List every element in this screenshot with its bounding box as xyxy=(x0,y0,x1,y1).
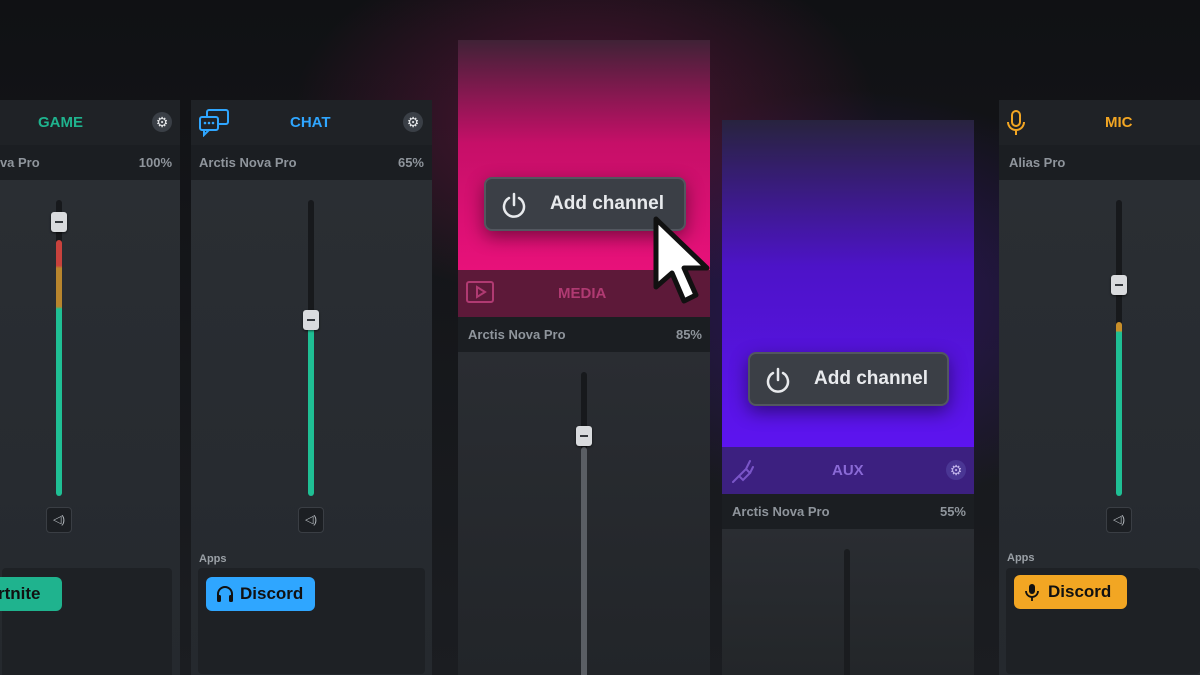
microphone-icon xyxy=(1025,584,1039,601)
game-body: ◁) rtnite xyxy=(0,180,180,675)
game-volume-track[interactable] xyxy=(56,200,62,496)
game-app-pill[interactable]: rtnite xyxy=(0,577,62,611)
aux-add-channel-label: Add channel xyxy=(814,368,929,389)
media-add-channel-label: Add channel xyxy=(550,193,665,214)
mic-app-pill[interactable]: Discord xyxy=(1014,575,1127,609)
media-volume-handle[interactable] xyxy=(576,426,592,446)
aux-volume-track[interactable] xyxy=(844,549,850,675)
game-volume-handle[interactable] xyxy=(51,212,67,232)
mic-volume-fill xyxy=(1116,322,1122,496)
game-settings-gear-icon[interactable]: ⚙ xyxy=(152,112,172,132)
mic-header: MIC xyxy=(999,100,1200,145)
aux-body xyxy=(722,529,974,675)
media-device-percent: 85% xyxy=(675,327,702,342)
chat-settings-gear-icon[interactable]: ⚙ xyxy=(403,112,423,132)
media-channel-panel: MEDIA Arctis Nova Pro 85% xyxy=(458,40,710,675)
play-box-icon xyxy=(466,281,494,303)
chat-speaker-icon[interactable]: ◁) xyxy=(298,507,324,533)
mic-app-label: Discord xyxy=(1048,582,1112,601)
microphone-icon xyxy=(1007,110,1025,135)
game-title: GAME xyxy=(38,114,83,131)
chat-title: CHAT xyxy=(290,114,331,131)
aux-title: AUX xyxy=(832,462,864,479)
chat-device-name: Arctis Nova Pro xyxy=(199,155,297,170)
chat-header: CHAT ⚙ xyxy=(191,100,432,145)
headphones-icon xyxy=(217,586,233,602)
mic-apps-label: Apps xyxy=(1007,552,1035,564)
media-device-name: Arctis Nova Pro xyxy=(468,327,566,342)
game-app-label: rtnite xyxy=(0,584,41,603)
game-volume-fill xyxy=(56,240,62,496)
game-header: GAME ⚙ xyxy=(0,100,180,145)
chat-channel-panel: CHAT ⚙ Arctis Nova Pro 65% ◁) Apps Disco… xyxy=(191,100,432,675)
game-speaker-icon[interactable]: ◁) xyxy=(46,507,72,533)
power-icon xyxy=(766,367,790,393)
game-device-percent: 100% xyxy=(138,155,172,170)
aux-header: AUX ⚙ xyxy=(722,447,974,494)
game-channel-panel: GAME ⚙ ova Pro 100% ◁) rtnite xyxy=(0,100,180,675)
mic-body: ◁) Apps Discord xyxy=(999,180,1200,675)
aux-device-name: Arctis Nova Pro xyxy=(732,504,830,519)
aux-device-percent: 55% xyxy=(939,504,966,519)
chat-bubbles-icon xyxy=(199,109,229,137)
mic-volume-track[interactable] xyxy=(1116,200,1122,496)
chat-app-label: Discord xyxy=(240,584,304,603)
mic-speaker-icon[interactable]: ◁) xyxy=(1106,507,1132,533)
aux-add-channel-button[interactable]: Add channel xyxy=(748,352,949,406)
game-device-name: ova Pro xyxy=(0,155,40,170)
chat-device-row: Arctis Nova Pro 65% xyxy=(191,145,432,180)
mic-title: MIC xyxy=(1105,114,1133,131)
mic-volume-handle[interactable] xyxy=(1111,275,1127,295)
power-icon xyxy=(502,192,526,218)
chat-volume-handle[interactable] xyxy=(303,310,319,330)
chat-body: ◁) Apps Discord xyxy=(191,180,432,675)
aux-settings-gear-icon[interactable]: ⚙ xyxy=(946,460,966,480)
chat-device-percent: 65% xyxy=(397,155,424,170)
mic-channel-panel: MIC Alias Pro ◁) Apps Discord xyxy=(999,100,1200,675)
media-title: MEDIA xyxy=(558,285,607,302)
chat-app-pill[interactable]: Discord xyxy=(206,577,315,611)
cable-icon xyxy=(732,460,754,483)
game-device-row: ova Pro 100% xyxy=(0,145,180,180)
chat-volume-track[interactable] xyxy=(308,200,314,496)
mic-device-row: Alias Pro xyxy=(999,145,1200,180)
chat-volume-fill xyxy=(308,320,314,496)
mouse-cursor-icon xyxy=(653,216,710,304)
chat-apps-label: Apps xyxy=(199,553,227,565)
mic-device-name: Alias Pro xyxy=(1009,155,1066,170)
media-body xyxy=(458,352,710,675)
media-volume-fill xyxy=(581,447,587,675)
aux-device-row: Arctis Nova Pro 55% xyxy=(722,494,974,529)
media-device-row: Arctis Nova Pro 85% xyxy=(458,317,710,352)
